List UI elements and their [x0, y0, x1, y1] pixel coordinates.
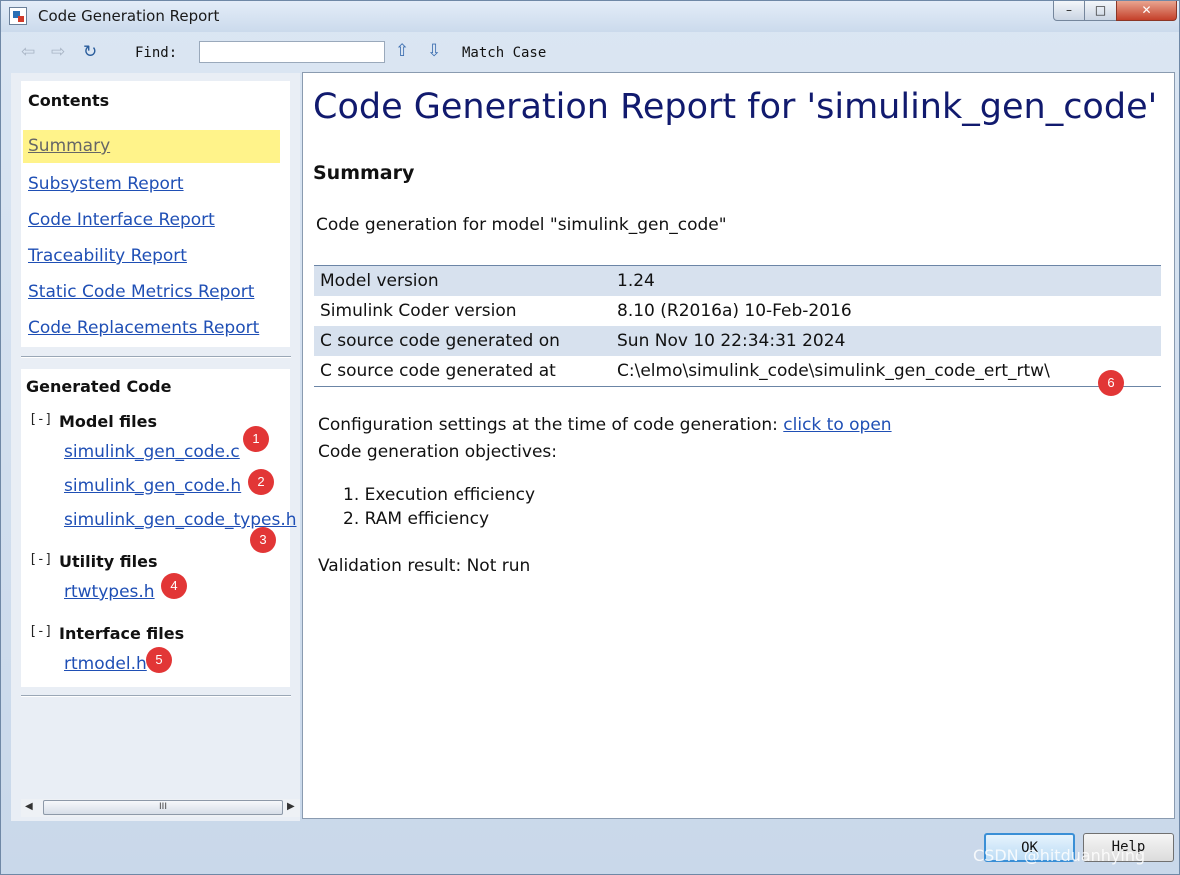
collapse-utility-files-button[interactable]: [-]: [29, 552, 52, 567]
objectives-label: Code generation objectives:: [318, 442, 557, 462]
divider: [21, 356, 291, 358]
maximize-button[interactable]: □: [1084, 1, 1117, 21]
scroll-left-icon[interactable]: ◀: [25, 801, 33, 812]
utility-files-label: Utility files: [59, 552, 158, 571]
generated-code-panel: Generated Code [-] Model files simulink_…: [21, 369, 297, 687]
back-icon[interactable]: ⇦: [21, 42, 35, 62]
find-label: Find:: [135, 45, 178, 61]
scrollbar-thumb[interactable]: III: [43, 800, 283, 815]
table-row: Model version 1.24: [314, 265, 1161, 296]
navigation-pane: Contents Summary Subsystem Report Code I…: [11, 73, 300, 821]
nav-link-traceability-report[interactable]: Traceability Report: [28, 246, 187, 266]
list-item: 1. Execution efficiency: [343, 485, 536, 505]
window-title: Code Generation Report: [38, 7, 220, 25]
table-key: Model version: [314, 265, 611, 296]
summary-table: Model version 1.24 Simulink Coder versio…: [314, 265, 1161, 387]
model-files-label: Model files: [59, 412, 157, 431]
contents-panel: Contents Summary Subsystem Report Code I…: [21, 81, 290, 347]
nav-link-static-code-metrics-report[interactable]: Static Code Metrics Report: [28, 282, 254, 302]
find-previous-icon[interactable]: ⇧: [395, 41, 409, 61]
table-value: Sun Nov 10 22:34:31 2024: [611, 326, 1161, 356]
scroll-right-icon[interactable]: ▶: [287, 801, 295, 812]
watermark: CSDN @hitduanhying: [973, 846, 1146, 865]
nav-link-code-replacements-report[interactable]: Code Replacements Report: [28, 318, 259, 338]
minimize-button[interactable]: –: [1053, 1, 1085, 21]
annotation-badge-3: 3: [250, 527, 276, 553]
nav-link-code-interface-report[interactable]: Code Interface Report: [28, 210, 215, 230]
horizontal-scrollbar[interactable]: ◀ III ▶: [21, 799, 300, 817]
table-value: C:\elmo\simulink_code\simulink_gen_code_…: [617, 361, 1050, 381]
table-row: C source code generated on Sun Nov 10 22…: [314, 326, 1161, 356]
table-row: Simulink Coder version 8.10 (R2016a) 10-…: [314, 296, 1161, 326]
collapse-interface-files-button[interactable]: [-]: [29, 624, 52, 639]
summary-heading: Summary: [313, 162, 415, 184]
find-next-icon[interactable]: ⇩: [427, 41, 441, 61]
file-link-rtwtypes-h[interactable]: rtwtypes.h: [64, 582, 155, 602]
app-icon: [9, 7, 27, 25]
table-row: C source code generated at C:\elmo\simul…: [314, 356, 1161, 387]
toolbar: ⇦ ⇨ ↻ Find: ⇧ ⇩ Match Case: [7, 35, 1175, 71]
annotation-badge-4: 4: [161, 573, 187, 599]
table-key: C source code generated on: [314, 326, 611, 356]
interface-files-label: Interface files: [59, 624, 185, 643]
report-window: Code Generation Report – □ ✕ ⇦ ⇨ ↻ Find:…: [0, 0, 1180, 875]
summary-intro: Code generation for model "simulink_gen_…: [316, 215, 727, 235]
title-bar: Code Generation Report – □ ✕: [1, 1, 1179, 32]
configuration-line: Configuration settings at the time of co…: [318, 415, 892, 435]
refresh-icon[interactable]: ↻: [83, 42, 97, 62]
file-link-rtmodel-h[interactable]: rtmodel.h: [64, 654, 147, 674]
file-link-simulink-gen-code-h[interactable]: simulink_gen_code.h: [64, 476, 241, 496]
annotation-badge-2: 2: [248, 469, 274, 495]
table-value: 1.24: [611, 265, 1161, 296]
report-content: Code Generation Report for 'simulink_gen…: [302, 72, 1175, 819]
collapse-model-files-button[interactable]: [-]: [29, 412, 52, 427]
contents-heading: Contents: [28, 91, 110, 110]
annotation-badge-6: 6: [1098, 370, 1124, 396]
nav-link-summary[interactable]: Summary: [23, 130, 280, 163]
annotation-badge-5: 5: [146, 647, 172, 673]
generated-code-heading: Generated Code: [26, 377, 172, 396]
file-link-simulink-gen-code-c[interactable]: simulink_gen_code.c: [64, 442, 240, 462]
find-input[interactable]: [199, 41, 385, 63]
divider: [21, 695, 291, 697]
match-case-toggle[interactable]: Match Case: [462, 45, 546, 61]
click-to-open-link[interactable]: click to open: [783, 415, 891, 435]
table-key: Simulink Coder version: [320, 301, 517, 321]
close-button[interactable]: ✕: [1116, 1, 1177, 21]
list-item: 2. RAM efficiency: [343, 509, 490, 529]
table-value: 8.10 (R2016a) 10-Feb-2016: [617, 301, 852, 321]
table-key: C source code generated at: [320, 361, 556, 381]
forward-icon[interactable]: ⇨: [51, 42, 65, 62]
nav-link-subsystem-report[interactable]: Subsystem Report: [28, 174, 184, 194]
objectives-list: 1. Execution efficiency 2. RAM efficienc…: [343, 485, 535, 533]
report-title: Code Generation Report for 'simulink_gen…: [313, 87, 1158, 127]
annotation-badge-1: 1: [243, 426, 269, 452]
validation-result: Validation result: Not run: [318, 556, 531, 576]
configuration-text: Configuration settings at the time of co…: [318, 415, 784, 435]
